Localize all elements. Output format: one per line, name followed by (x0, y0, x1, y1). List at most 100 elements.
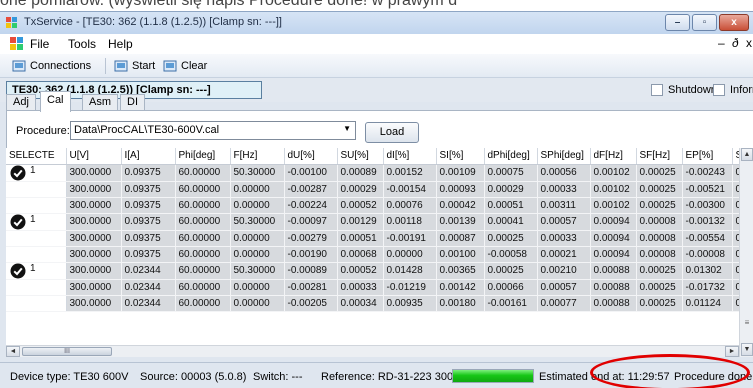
table-cell[interactable]: -0.00089 (284, 262, 338, 280)
select-cell[interactable]: 1 (6, 213, 67, 231)
load-button[interactable]: Load (365, 122, 419, 143)
column-header[interactable]: SP[%] (732, 148, 739, 165)
table-cell[interactable]: -0.01732 (682, 279, 733, 296)
scroll-right-icon[interactable]: ► (725, 346, 739, 357)
table-cell[interactable]: 0.09375 (121, 246, 176, 263)
table-cell[interactable]: 0.00025 (636, 262, 683, 280)
table-cell[interactable]: 0.00033 (337, 279, 384, 296)
column-header[interactable]: U[V] (66, 148, 122, 165)
table-cell[interactable]: 0.01428 (383, 262, 437, 280)
document-icon[interactable] (10, 37, 23, 50)
table-cell[interactable]: 0.00129 (337, 213, 384, 231)
table-cell[interactable]: 0.00142 (436, 279, 485, 296)
table-cell[interactable]: 0.01302 (682, 262, 733, 280)
table-row[interactable]: 1 300.0000 0.09375 60.00000 50.30000 -0.00097… (6, 213, 739, 231)
table-cell[interactable]: -0.00243 (682, 164, 733, 182)
table-cell[interactable]: 0.00201 (732, 246, 739, 263)
column-header[interactable]: dI[%] (383, 148, 437, 165)
select-cell[interactable]: 1 (6, 164, 67, 182)
table-cell[interactable]: -0.00191 (383, 230, 437, 247)
results-grid[interactable]: SELECTE U[V] I[A] Phi[deg] F[Hz] dU[%] SU[%] dI… (6, 148, 739, 345)
tab-di[interactable]: DI (120, 94, 145, 111)
column-header[interactable]: SU[%] (337, 148, 384, 165)
table-cell[interactable]: 0.00000 (230, 197, 285, 214)
mdi-close-button[interactable]: x (746, 36, 752, 50)
table-cell[interactable]: 0.00034 (337, 295, 384, 312)
table-cell[interactable]: 0.00088 (590, 295, 637, 312)
column-header[interactable]: Phi[deg] (175, 148, 231, 165)
table-row[interactable]: 300.0000 0.02344 60.00000 0.00000 -0.00205 0.… (6, 295, 739, 312)
table-cell[interactable]: -0.00161 (484, 295, 538, 312)
horizontal-scroll-thumb[interactable]: III (22, 347, 112, 356)
table-cell[interactable]: 0.00008 (636, 246, 683, 263)
menu-tools[interactable]: Tools (68, 37, 96, 51)
title-bar[interactable]: TxService - [TE30: 362 (1.1.8 (1.2.5)) [… (0, 12, 753, 34)
table-cell[interactable]: 0.02344 (121, 279, 176, 296)
table-cell[interactable]: 0.00180 (436, 295, 485, 312)
table-cell[interactable]: 0.00068 (337, 246, 384, 263)
select-cell[interactable] (6, 295, 67, 312)
tab-cal[interactable]: Cal (40, 91, 71, 112)
table-cell[interactable]: 0.00218 (732, 230, 739, 247)
table-cell[interactable]: -0.00300 (682, 197, 733, 214)
table-row[interactable]: 300.0000 0.09375 60.00000 0.00000 -0.00279 0.… (6, 230, 739, 247)
table-cell[interactable]: 300.0000 (66, 246, 122, 263)
table-cell[interactable]: 0.00088 (590, 262, 637, 280)
table-row[interactable]: 300.0000 0.09375 60.00000 0.00000 -0.00224 0.… (6, 197, 739, 214)
table-cell[interactable]: 300.0000 (66, 279, 122, 296)
table-cell[interactable]: 0.00008 (636, 230, 683, 247)
table-cell[interactable]: -0.00281 (284, 279, 338, 296)
table-cell[interactable]: 0.00089 (337, 164, 384, 182)
table-cell[interactable]: 0.00029 (337, 181, 384, 198)
mdi-minimize-button[interactable]: – (718, 36, 725, 50)
table-cell[interactable]: 0.00094 (590, 246, 637, 263)
mdi-restore-button[interactable]: ð (732, 36, 739, 50)
table-cell[interactable]: 50.30000 (230, 262, 285, 280)
table-cell[interactable]: 60.00000 (175, 279, 231, 296)
table-cell[interactable]: 0.00000 (230, 181, 285, 198)
connections-button[interactable]: Connections (12, 57, 91, 75)
table-cell[interactable]: 0.09375 (121, 181, 176, 198)
table-cell[interactable]: 0.00052 (337, 262, 384, 280)
column-header[interactable]: dF[Hz] (590, 148, 637, 165)
table-cell[interactable]: 0.00000 (230, 230, 285, 247)
table-cell[interactable]: 0.00100 (436, 246, 485, 263)
table-cell[interactable]: 0.00025 (636, 197, 683, 214)
table-cell[interactable]: 0.09375 (121, 213, 176, 231)
table-cell[interactable]: 0.00051 (484, 197, 538, 214)
tab-adj[interactable]: Adj (6, 94, 36, 111)
table-cell[interactable]: 60.00000 (175, 295, 231, 312)
table-cell[interactable]: 0.00021 (537, 246, 591, 263)
column-header[interactable]: I[A] (121, 148, 176, 165)
table-cell[interactable]: -0.00287 (284, 181, 338, 198)
table-row[interactable]: 1 300.0000 0.09375 60.00000 50.30000 -0.00100… (6, 164, 739, 182)
column-header[interactable]: SPhi[deg] (537, 148, 591, 165)
dropdown-arrow-icon[interactable]: ▼ (343, 124, 351, 133)
table-cell[interactable]: 0.00057 (537, 213, 591, 231)
select-cell[interactable] (6, 181, 67, 198)
menu-help[interactable]: Help (108, 37, 133, 51)
column-header[interactable]: SF[Hz] (636, 148, 683, 165)
scroll-up-icon[interactable]: ▲ (741, 148, 753, 161)
table-cell[interactable]: 0.00025 (636, 279, 683, 296)
check-circle-icon[interactable] (10, 263, 26, 279)
table-cell[interactable]: 0.00029 (484, 181, 538, 198)
table-cell[interactable]: 0.02344 (121, 295, 176, 312)
table-cell[interactable]: 300.0000 (66, 164, 122, 182)
table-cell[interactable]: 0.00102 (590, 164, 637, 182)
table-cell[interactable]: 0.00935 (383, 295, 437, 312)
table-cell[interactable]: -0.00205 (284, 295, 338, 312)
table-cell[interactable]: 50.30000 (230, 213, 285, 231)
column-header[interactable]: EP[%] (682, 148, 733, 165)
scroll-left-icon[interactable]: ◄ (6, 346, 20, 357)
select-cell[interactable] (6, 197, 67, 214)
table-cell[interactable]: 0.00871 (732, 197, 739, 214)
table-cell[interactable]: 60.00000 (175, 246, 231, 263)
table-cell[interactable]: 60.00000 (175, 197, 231, 214)
table-cell[interactable]: 0.00087 (436, 230, 485, 247)
table-cell[interactable]: -0.00521 (682, 181, 733, 198)
table-cell[interactable]: 0.00025 (636, 164, 683, 182)
table-row[interactable]: 300.0000 0.09375 60.00000 0.00000 -0.00190 0.… (6, 246, 739, 263)
table-cell[interactable]: 0.00008 (636, 213, 683, 231)
table-cell[interactable]: 0.00311 (537, 197, 591, 214)
